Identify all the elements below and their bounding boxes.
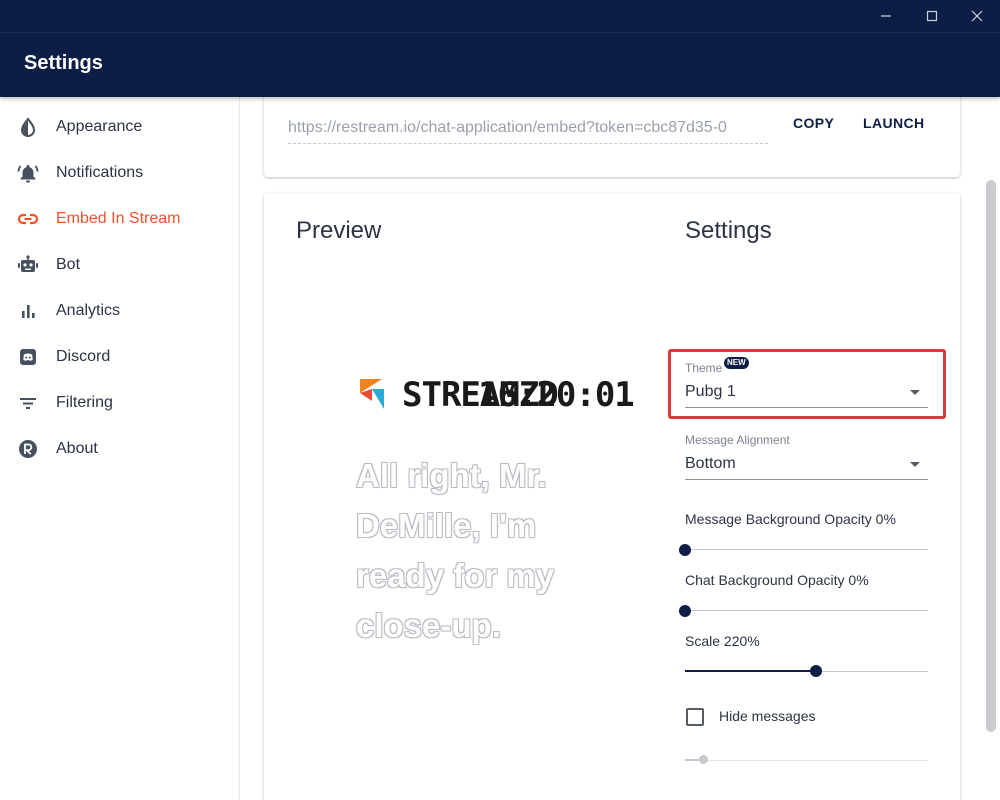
message-bg-opacity-thumb[interactable]: [679, 544, 691, 556]
launch-button[interactable]: LAUNCH: [863, 115, 925, 131]
sidebar-item-filtering[interactable]: Filtering: [0, 380, 239, 426]
maximize-icon: [926, 10, 938, 22]
minimize-button[interactable]: [863, 0, 909, 32]
sidebar-item-label: About: [56, 440, 98, 457]
sidebar-item-embed-in-stream[interactable]: Embed In Stream: [0, 196, 239, 242]
scale-label: Scale 220%: [685, 633, 760, 649]
sidebar-item-label: Filtering: [56, 394, 113, 411]
sidebar: Appearance Notifications Embed In Stream…: [0, 97, 240, 800]
embed-url-underline: [288, 143, 768, 144]
hide-messages-checkbox[interactable]: [686, 708, 704, 726]
message-bg-opacity-track[interactable]: [685, 549, 928, 550]
settings-title: Settings: [685, 217, 772, 244]
sidebar-item-appearance[interactable]: Appearance: [0, 104, 239, 150]
sidebar-item-label: Bot: [56, 256, 81, 273]
preview-settings-card: Preview STREAMZD 16:20:01 All right, Mr.…: [264, 193, 960, 800]
filter-icon: [16, 391, 40, 415]
main-content: https://restream.io/chat-application/emb…: [240, 97, 984, 800]
scale-fill: [685, 670, 816, 672]
sidebar-item-label: Notifications: [56, 164, 144, 181]
bell-icon: [16, 161, 40, 185]
robot-icon: [16, 253, 40, 277]
preview-title: Preview: [296, 217, 382, 244]
chat-bg-opacity-label: Chat Background Opacity 0%: [685, 572, 869, 588]
bar-chart-icon: [16, 299, 40, 323]
sidebar-item-about[interactable]: About: [0, 426, 239, 472]
minimize-icon: [881, 15, 891, 17]
close-icon: [971, 10, 983, 22]
preview-chat-message: All right, Mr. DeMille, I'm ready for my…: [356, 457, 555, 644]
theme-select-value[interactable]: Pubg 1: [685, 383, 736, 401]
drop-icon: [16, 115, 40, 139]
copy-button[interactable]: COPY: [793, 115, 834, 131]
app-header: Settings: [0, 32, 1000, 97]
sidebar-item-label: Discord: [56, 348, 111, 365]
maximize-button[interactable]: [909, 0, 955, 32]
embed-url-card: https://restream.io/chat-application/emb…: [264, 97, 960, 177]
chat-bg-opacity-track[interactable]: [685, 610, 928, 611]
preview-clock: 16:20:01: [478, 375, 635, 415]
embed-url-field[interactable]: https://restream.io/chat-application/emb…: [288, 119, 768, 137]
page-title: Settings: [24, 52, 103, 74]
theme-label: Theme: [685, 361, 723, 375]
sidebar-item-label: Appearance: [56, 118, 143, 135]
sidebar-item-label: Embed In Stream: [56, 210, 181, 227]
message-bg-opacity-label: Message Background Opacity 0%: [685, 511, 896, 527]
streamzd-logo-icon: [360, 379, 384, 409]
link-icon: [16, 207, 40, 231]
restream-logo-icon: [16, 437, 40, 461]
sidebar-item-notifications[interactable]: Notifications: [0, 150, 239, 196]
chat-bg-opacity-thumb[interactable]: [679, 605, 691, 617]
message-alignment-underline: [685, 479, 928, 480]
theme-select-underline: [685, 407, 928, 408]
message-alignment-label: Message Alignment: [685, 433, 790, 447]
discord-icon: [16, 345, 40, 369]
scale-thumb[interactable]: [810, 665, 822, 677]
chevron-down-icon[interactable]: [910, 462, 920, 467]
chevron-down-icon[interactable]: [910, 390, 920, 395]
hide-messages-label: Hide messages: [719, 708, 816, 724]
new-badge: NEW: [724, 357, 749, 369]
hide-messages-slider-track[interactable]: [685, 760, 928, 761]
sidebar-item-bot[interactable]: Bot: [0, 242, 239, 288]
message-alignment-select-value[interactable]: Bottom: [685, 455, 736, 473]
hide-messages-slider-thumb[interactable]: [699, 755, 708, 764]
close-button[interactable]: [954, 0, 1000, 32]
sidebar-item-label: Analytics: [56, 302, 121, 319]
scrollbar[interactable]: [986, 180, 996, 732]
sidebar-item-discord[interactable]: Discord: [0, 334, 239, 380]
sidebar-item-analytics[interactable]: Analytics: [0, 288, 239, 334]
title-bar: [0, 0, 1000, 32]
